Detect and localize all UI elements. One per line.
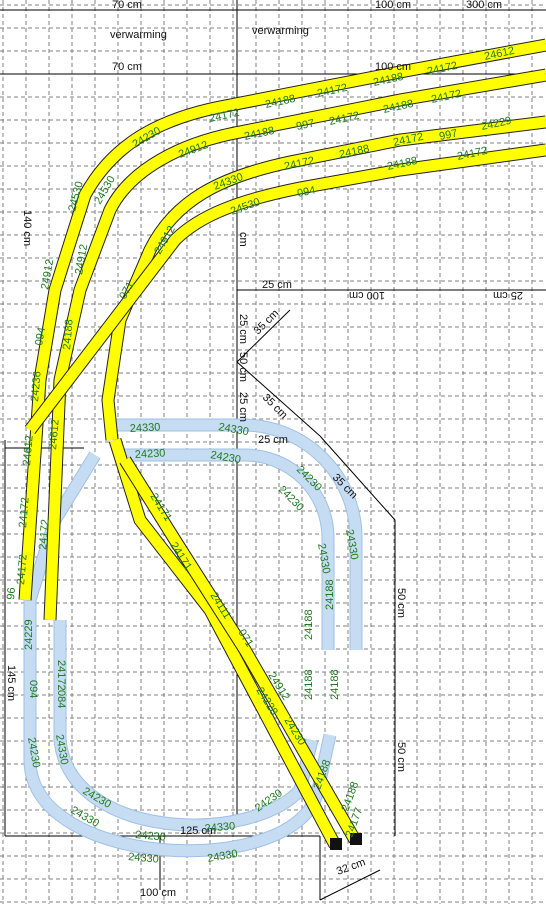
track-label: 24229 xyxy=(23,619,35,650)
track-label: 24172 xyxy=(55,660,67,691)
dim-25-a: 25 cm xyxy=(262,279,292,291)
track-label: 24230 xyxy=(135,447,166,461)
dim-32: 32 cm xyxy=(335,856,367,878)
track-label: 24330 xyxy=(53,733,70,765)
heating-left-label: verwarming xyxy=(110,29,167,41)
track-label: 997 xyxy=(438,127,458,143)
track-label: 24188 xyxy=(329,669,341,700)
track-label: 24172 xyxy=(392,131,424,149)
dim-25-c: 25 cm xyxy=(237,392,249,422)
track-label: 24188 xyxy=(303,609,315,640)
dim-50-c: 50 cm xyxy=(395,742,407,772)
dim-25-b: 25 cm xyxy=(237,314,249,344)
track-label: 997 xyxy=(295,117,315,133)
dim-50-b: 50 cm xyxy=(395,588,407,618)
track-label: 96 xyxy=(5,587,18,600)
track-label: 24230 xyxy=(81,785,113,811)
track-label: 24188 xyxy=(324,579,336,610)
dim-145-left: 145 cm xyxy=(5,665,17,701)
dim-140-left: 140 cm xyxy=(21,210,33,246)
track-plan-diagram: 70 cm 100 cm 300 cm 70 cm 100 cm verwarm… xyxy=(0,0,546,904)
track-label: 084 xyxy=(55,690,67,708)
dim-25-d: 25 cm xyxy=(258,434,288,446)
track-label: 24330 xyxy=(128,851,160,866)
track-label: 24330 xyxy=(130,421,161,435)
dim-100-bottom: 100 cm xyxy=(140,887,176,899)
dim-300-top: 300 cm xyxy=(466,0,502,11)
track-plan-canvas: 70 cm 100 cm 300 cm 70 cm 100 cm verwarm… xyxy=(0,0,546,904)
dim-50-a: 50 cm xyxy=(237,352,249,382)
dim-cm-small: cm xyxy=(237,232,249,247)
heating-right-label: verwarming xyxy=(252,25,309,37)
dim-100-top: 100 cm xyxy=(375,0,411,11)
dim-100-mid: 100 cm xyxy=(375,61,411,73)
track-label: 094 xyxy=(296,184,316,200)
track-label: 094 xyxy=(27,680,39,698)
dim-70-top: 70 cm xyxy=(112,0,142,11)
track-label: 24188 xyxy=(303,669,315,700)
dim-25-right: 25 cm xyxy=(493,289,523,301)
dim-70-mid: 70 cm xyxy=(112,61,142,73)
dim-100-right: 100 cm xyxy=(349,289,385,301)
